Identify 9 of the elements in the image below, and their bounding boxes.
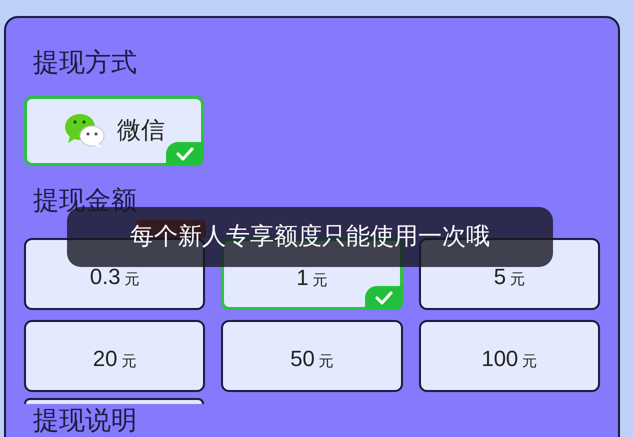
- check-icon: [166, 142, 204, 166]
- wechat-option[interactable]: 微信: [24, 96, 204, 166]
- amount-option[interactable]: 50 元: [221, 320, 403, 392]
- chat-bubbles-icon: [63, 112, 107, 150]
- amount-option[interactable]: 20 元: [24, 320, 206, 392]
- section-title: 提现方式: [33, 46, 138, 79]
- section-title: 提现说明: [33, 404, 138, 436]
- amount-option[interactable]: 100 元: [418, 320, 600, 392]
- check-icon: [364, 286, 403, 310]
